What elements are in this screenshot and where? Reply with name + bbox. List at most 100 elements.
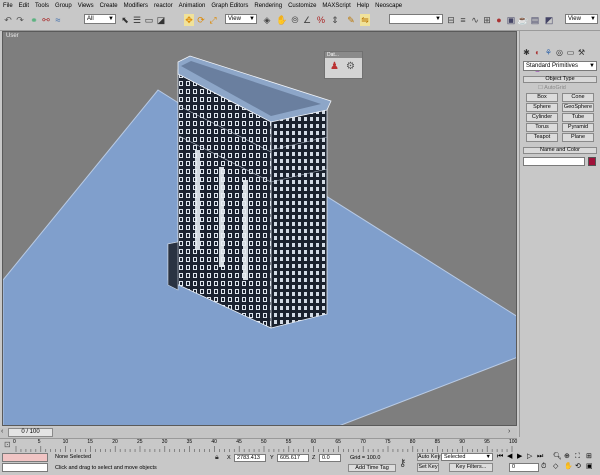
utilities-tab-icon[interactable]: ⚒ [577,47,586,57]
next-frame-icon[interactable]: › [508,428,510,435]
time-slider-thumb[interactable]: 0 / 100 [8,428,53,437]
material-editor-icon[interactable]: ● [494,14,504,26]
zoom-extents-all-icon[interactable]: ⊞ [586,453,592,460]
time-slider[interactable]: ‹ 0 / 100 › [0,428,517,438]
named-selection-sets-field[interactable]: ▼ [389,14,443,24]
object-type-rollout[interactable]: Object Type [523,76,597,83]
motion-tab-icon[interactable]: ◎ [555,47,564,57]
next-frame-button-icon[interactable]: ▷ [527,453,532,460]
select-by-name-icon[interactable]: ☰ [132,14,142,26]
modify-tab-icon[interactable]: ◐ [533,47,542,57]
floating-toolbar[interactable]: Dat... ♟ ⚙ [324,51,363,79]
pyramid-button[interactable]: Pyramid [562,123,594,132]
layer-manager-icon[interactable]: ≡ [458,14,468,26]
track-bar[interactable]: ⊡ 0 5 10 15 20 25 30 35 40 45 50 55 60 65 70 75 80 85 90 95… [0,438,517,453]
geosphere-button[interactable]: GeoSphere [562,103,594,112]
cylinder-button[interactable]: Cylinder [526,113,558,122]
cone-button[interactable]: Cone [562,93,594,102]
align-icon[interactable]: ⊟ [446,14,456,26]
menu-edit[interactable]: Edit [16,3,32,9]
y-coordinate-field[interactable]: 605.617 [277,454,309,462]
edit-named-selections-icon[interactable]: ✎ [346,14,356,26]
selection-filter-dropdown[interactable]: All ▼ [84,14,116,24]
scale-icon[interactable]: ⤢ [208,14,218,26]
autogrid-checkbox[interactable]: ☐ AutoGrid [538,85,566,91]
add-time-tag-button[interactable]: Add Time Tag [348,464,396,472]
go-to-start-icon[interactable]: ⏮ [497,453,503,460]
menu-modifiers[interactable]: Modifiers [121,3,151,9]
object-color-swatch[interactable] [588,157,596,166]
maxscript-listener-field[interactable] [2,453,48,462]
rectangular-selection-icon[interactable]: ▭ [144,14,154,26]
menu-tools[interactable]: Tools [32,3,52,9]
render-view-dropdown[interactable]: View ▼ [565,14,598,24]
primitive-category-dropdown[interactable]: Standard Primitives ▼ [523,61,597,71]
box-button[interactable]: Box [526,93,558,102]
schematic-view-icon[interactable]: ⊞ [482,14,492,26]
menu-help[interactable]: Help [354,3,372,9]
menu-create[interactable]: Create [97,3,121,9]
gear-icon[interactable]: ⚙ [346,62,355,72]
select-link-icon[interactable]: ⚭ [29,14,39,26]
menu-reactor[interactable]: reactor [151,3,176,9]
menu-maxscript[interactable]: MAXScript [319,3,353,9]
percent-snap-icon[interactable]: % [316,14,326,26]
prev-frame-icon[interactable]: ‹ [1,428,3,435]
zoom-all-icon[interactable]: ⊕ [564,453,570,460]
angle-snap-icon[interactable]: ∠ [302,14,312,26]
previous-frame-icon[interactable]: ◀ [507,453,512,460]
auto-key-button[interactable]: Auto Key [417,453,440,461]
redo-icon[interactable]: ↷ [15,14,25,26]
field-of-view-icon[interactable]: ◇ [553,463,558,470]
select-object-icon[interactable]: ⬉ [120,14,130,26]
menu-file[interactable]: File [0,3,16,9]
key-icon[interactable]: ⚷ [399,459,406,469]
play-icon[interactable]: ▶ [517,453,522,460]
menu-rendering[interactable]: Rendering [251,3,285,9]
spinner-snap-icon[interactable]: ⇕ [330,14,340,26]
mirror-icon[interactable]: ⇋ [360,14,370,26]
current-frame-field[interactable]: 0 [509,463,539,472]
unlink-icon[interactable]: ⚯ [41,14,51,26]
zoom-icon[interactable]: 🔍︎ [553,453,562,460]
pivot-center-icon[interactable]: ◈ [262,14,272,26]
z-coordinate-field[interactable]: 0.0 [319,454,341,462]
time-config-icon[interactable]: ⏱ [541,463,546,470]
render-type-icon[interactable]: ▤ [530,14,540,26]
menu-group[interactable]: Group [52,3,75,9]
reference-coord-dropdown[interactable]: View ▼ [225,14,257,24]
curve-editor-icon[interactable]: ∿ [470,14,480,26]
bind-space-warp-icon[interactable]: ≈ [53,14,63,26]
teapot-button[interactable]: Teapot [526,133,558,142]
go-to-end-icon[interactable]: ⏭ [537,453,543,460]
set-key-button[interactable]: Set Key [417,463,439,472]
tube-button[interactable]: Tube [562,113,594,122]
torus-button[interactable]: Torus [526,123,558,132]
menu-neoscape[interactable]: Neoscape [372,3,405,9]
snaps-toggle-icon[interactable]: ⦾ [290,14,300,26]
render-last-icon[interactable]: ◩ [544,14,554,26]
mini-curve-editor-icon[interactable]: ⊡ [4,441,11,449]
undo-icon[interactable]: ↶ [3,14,13,26]
key-filters-button[interactable]: Key Filters... [449,463,493,472]
window-crossing-icon[interactable]: ◪ [156,14,166,26]
menu-graph-editors[interactable]: Graph Editors [208,3,251,9]
person-figure-icon[interactable]: ♟ [330,62,339,72]
sphere-button[interactable]: Sphere [526,103,558,112]
menu-customize[interactable]: Customize [285,3,319,9]
render-scene-icon[interactable]: ▣ [506,14,516,26]
create-tab-icon[interactable]: ✱ [522,47,531,57]
display-tab-icon[interactable]: ▭ [566,47,575,57]
arc-rotate-icon[interactable]: ⟲ [575,463,581,470]
zoom-extents-icon[interactable]: ⛶ [575,453,580,460]
maxscript-output-field[interactable] [2,463,48,472]
name-and-color-rollout[interactable]: Name and Color [523,147,597,154]
lock-selection-icon[interactable]: 🔒︎ [215,454,219,461]
select-manipulate-icon[interactable]: ✋ [276,14,287,26]
rotate-icon[interactable]: ⟳ [196,14,206,26]
perspective-viewport[interactable]: User Dat... ♟ ⚙ [2,31,517,426]
quick-render-icon[interactable]: ☕ [517,14,528,26]
hierarchy-tab-icon[interactable]: ⚘ [544,47,553,57]
plane-button[interactable]: Plane [562,133,594,142]
key-mode-dropdown[interactable]: Selected ▼ [441,453,493,461]
